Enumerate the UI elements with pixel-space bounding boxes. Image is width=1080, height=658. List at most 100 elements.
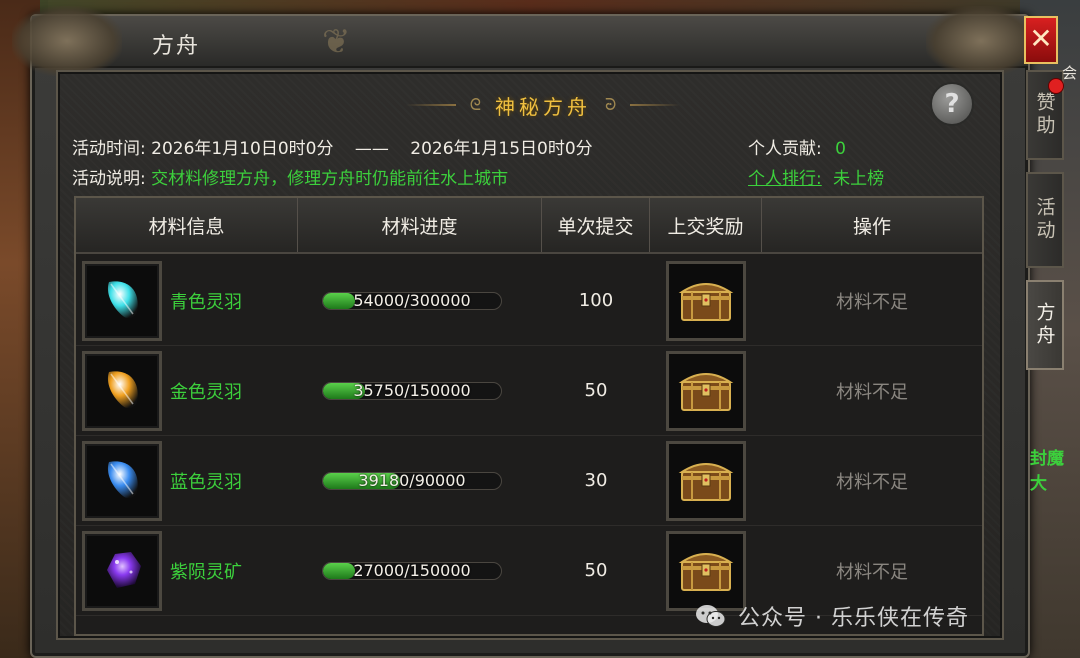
background-text-fengmo: 封魔大	[1030, 449, 1064, 494]
material-slot[interactable]	[82, 440, 162, 521]
contribution-label: 个人贡献:	[748, 139, 822, 159]
reward-slot[interactable]	[666, 440, 746, 521]
dragon-ornament-right	[926, 6, 1036, 76]
material-name: 紫陨灵矿	[170, 561, 242, 583]
material-progress-text: 27000/150000	[353, 561, 471, 580]
window-title: 方舟	[152, 34, 201, 59]
reward-cell	[650, 346, 762, 435]
material-slot[interactable]	[82, 260, 162, 341]
material-progress-text: 35750/150000	[353, 381, 471, 400]
contribution-value: 0	[835, 139, 846, 159]
materials-table: 材料信息 材料进度 单次提交 上交奖励 操作 青色灵羽 54000/300000…	[74, 196, 984, 636]
treasure-chest-icon	[678, 544, 734, 598]
personal-rank: 个人排行: 未上榜	[748, 164, 884, 189]
table-row: 青色灵羽 54000/300000 100 材料不足	[76, 256, 982, 346]
reward-cell	[650, 436, 762, 525]
help-button[interactable]: ?	[930, 82, 974, 126]
material-slot[interactable]	[82, 530, 162, 611]
progress-cell: 35750/150000	[298, 346, 542, 435]
activity-time: 活动时间: 2026年1月10日0时0分 —— 2026年1月15日0时0分	[72, 134, 593, 159]
reward-cell	[650, 256, 762, 345]
background-text-hui: 会	[1062, 64, 1078, 82]
insufficient-material-button[interactable]: 材料不足	[836, 558, 908, 584]
material-progress-bar: 27000/150000	[322, 561, 502, 580]
tab-ark-label: 方舟	[1033, 302, 1056, 348]
progress-cell: 39180/90000	[298, 436, 542, 525]
material-name: 金色灵羽	[170, 381, 242, 403]
single-submit-cell: 50	[542, 526, 650, 615]
single-submit-qty: 50	[584, 380, 608, 401]
operation-cell: 材料不足	[762, 256, 982, 345]
activity-time-end: 2026年1月15日0时0分	[410, 139, 593, 159]
single-submit-qty: 50	[584, 560, 608, 581]
reward-slot[interactable]	[666, 350, 746, 431]
title-swirl-ornament: ❦	[322, 22, 351, 62]
treasure-chest-icon	[678, 454, 734, 508]
activity-time-label: 活动时间:	[72, 139, 146, 159]
single-submit-qty: 100	[578, 290, 614, 311]
insufficient-material-button[interactable]: 材料不足	[836, 288, 908, 314]
header-submit-reward: 上交奖励	[650, 198, 762, 252]
close-icon: ✕	[1029, 22, 1053, 55]
reward-slot[interactable]	[666, 260, 746, 341]
operation-cell: 材料不足	[762, 436, 982, 525]
activity-description-value: 交材料修理方舟，修理方舟时仍能前往水上城市	[151, 169, 509, 189]
blue-feather-icon	[95, 452, 149, 510]
panel-title: 神秘方舟	[495, 94, 591, 119]
material-slot[interactable]	[82, 350, 162, 431]
question-mark-icon: ?	[944, 89, 960, 119]
watermark: 公众号 · 乐乐侠在传奇	[694, 600, 969, 632]
material-info-cell: 青色灵羽	[76, 256, 298, 345]
ornament-curl-left: ᘓ	[469, 95, 481, 114]
panel-header: ᘓ 神秘方舟 ᘒ	[378, 90, 708, 120]
game-world-top-edge	[40, 0, 1020, 14]
close-button[interactable]: ✕	[1024, 16, 1058, 64]
tab-sponsor-label: 赞助	[1033, 92, 1056, 138]
insufficient-material-button[interactable]: 材料不足	[836, 468, 908, 494]
ornament-line-left	[405, 104, 456, 106]
tab-ark[interactable]: 方舟	[1026, 280, 1064, 370]
header-material-progress: 材料进度	[298, 198, 542, 252]
header-single-submit: 单次提交	[542, 198, 650, 252]
table-row: 蓝色灵羽 39180/90000 30 材料不足	[76, 436, 982, 526]
purple-ore-icon	[95, 542, 149, 600]
table-row: 金色灵羽 35750/150000 50 材料不足	[76, 346, 982, 436]
personal-contribution: 个人贡献: 0	[748, 134, 846, 159]
treasure-chest-icon	[678, 364, 734, 418]
rank-link[interactable]: 个人排行:	[748, 169, 822, 189]
wechat-icon	[694, 603, 728, 629]
activity-time-separator: ——	[354, 139, 389, 159]
header-material-info: 材料信息	[76, 198, 298, 252]
operation-cell: 材料不足	[762, 346, 982, 435]
material-info-cell: 金色灵羽	[76, 346, 298, 435]
main-panel: ᘓ 神秘方舟 ᘒ ? 活动时间: 2026年1月10日0时0分 —— 2026年…	[56, 70, 1004, 640]
material-name: 蓝色灵羽	[170, 471, 242, 493]
single-submit-cell: 100	[542, 256, 650, 345]
ornament-curl-right: ᘒ	[605, 95, 617, 114]
activity-description-label: 活动说明:	[72, 169, 146, 189]
header-operation: 操作	[852, 215, 891, 238]
material-info-cell: 紫陨灵矿	[76, 526, 298, 615]
reward-slot[interactable]	[666, 530, 746, 611]
activity-description: 活动说明: 交材料修理方舟，修理方舟时仍能前往水上城市	[72, 164, 508, 189]
material-name: 青色灵羽	[170, 291, 242, 313]
material-progress-bar: 35750/150000	[322, 381, 502, 400]
tab-activity[interactable]: 活动	[1026, 172, 1064, 268]
progress-cell: 54000/300000	[298, 256, 542, 345]
material-progress-bar: 54000/300000	[322, 291, 502, 310]
treasure-chest-icon	[678, 274, 734, 328]
material-progress-text: 39180/90000	[358, 471, 466, 490]
watermark-text: 公众号 · 乐乐侠在传奇	[738, 606, 969, 631]
insufficient-material-button[interactable]: 材料不足	[836, 378, 908, 404]
material-progress-bar: 39180/90000	[322, 471, 502, 490]
gold-feather-icon	[95, 362, 149, 420]
material-info-cell: 蓝色灵羽	[76, 436, 298, 525]
single-submit-qty: 30	[584, 470, 608, 491]
table-header: 材料信息 材料进度 单次提交 上交奖励 操作	[76, 198, 982, 254]
dragon-ornament-left	[12, 6, 122, 76]
rank-value: 未上榜	[833, 169, 885, 189]
cyan-feather-icon	[95, 272, 149, 330]
tab-activity-label: 活动	[1033, 197, 1056, 243]
title-bar[interactable]: 方舟 ❦	[32, 16, 1028, 68]
single-submit-cell: 50	[542, 346, 650, 435]
